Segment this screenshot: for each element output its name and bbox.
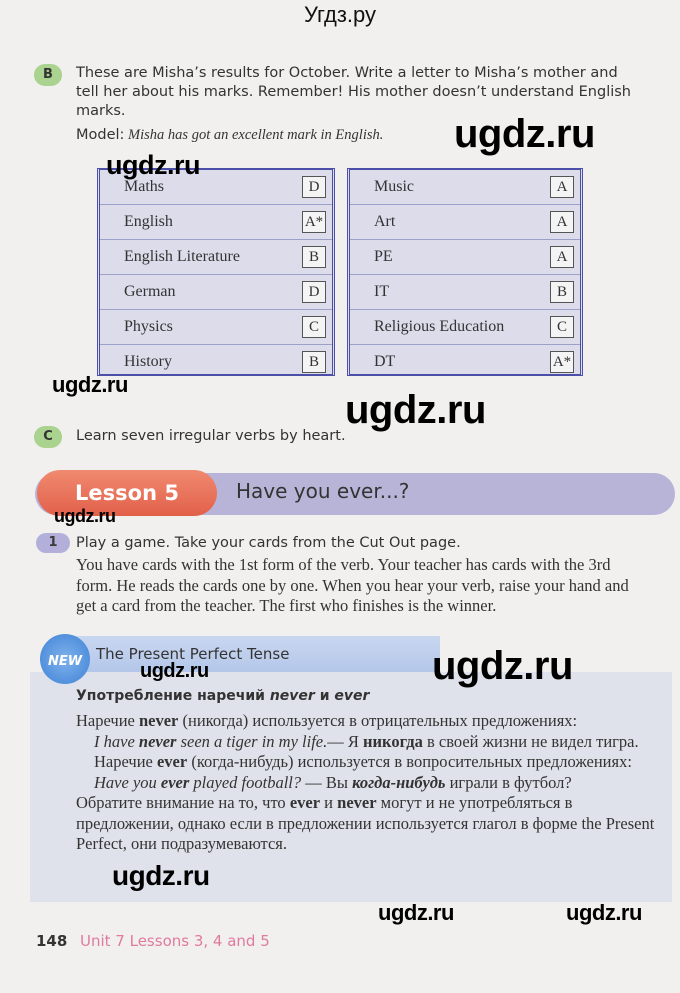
text-fragment: и: [320, 793, 338, 812]
subject-name: DT: [374, 353, 396, 370]
example-never: I have never seen a tiger in my life.— Я…: [76, 732, 656, 753]
text-fragment: I have: [94, 731, 139, 751]
mark-box: D: [302, 176, 326, 198]
subtitle-part: и: [314, 688, 335, 704]
text-fragment: — Вы: [301, 772, 353, 792]
subject-name: Music: [374, 178, 414, 195]
unit-label: Unit 7 Lessons 3, 4 and 5: [80, 932, 270, 950]
subject-name: English Literature: [124, 248, 240, 265]
mark-box: C: [550, 316, 574, 338]
subject-name: Religious Education: [374, 318, 505, 335]
text-fragment: played football?: [189, 772, 302, 792]
mark-box: A*: [550, 351, 574, 373]
mark-box: A: [550, 246, 574, 268]
results-row: English Literature B: [100, 240, 332, 275]
text-fragment: never: [138, 711, 179, 730]
results-table-left: Maths D English A* English Literature B German…: [97, 168, 335, 376]
watermark: ugdz.ru: [432, 644, 573, 688]
mark-box: B: [302, 351, 326, 373]
exercise-instruction: Play a game. Take your cards from the Cu…: [76, 535, 461, 551]
text-fragment: Наречие: [76, 711, 139, 730]
mark-box: D: [302, 281, 326, 303]
results-row: German D: [100, 275, 332, 310]
lesson-title: Have you ever...?: [236, 479, 410, 503]
text-fragment: (никогда) используется в отрицательных п…: [178, 711, 578, 730]
text-fragment: — Я: [327, 731, 364, 751]
watermark: ugdz.ru: [378, 900, 454, 925]
mark-box: C: [302, 316, 326, 338]
rule-ever: Наречие ever (когда-нибудь) используется…: [76, 752, 656, 773]
subtitle-part: ever: [334, 688, 370, 704]
watermark: ugdz.ru: [454, 112, 595, 156]
results-row: PE A: [350, 240, 580, 275]
note: Обратите внимание на то, что ever и neve…: [76, 793, 656, 855]
results-row: Music A: [350, 170, 580, 205]
text-fragment: seen a tiger in my life.: [176, 731, 328, 751]
text-fragment: когда-нибудь: [352, 772, 446, 792]
subject-name: Physics: [124, 318, 173, 335]
watermark: ugdz.ru: [54, 506, 116, 526]
mark-box: A: [550, 176, 574, 198]
mark-box: B: [302, 246, 326, 268]
model-label: Model:: [76, 127, 125, 143]
subject-name: History: [124, 353, 172, 370]
site-title: Угдз.ру: [303, 2, 377, 27]
example-ever: Have you ever played football? — Вы когд…: [76, 773, 656, 794]
text-fragment: в своей жизни не видел тигра.: [422, 731, 639, 751]
subject-name: English: [124, 213, 173, 230]
text-fragment: (когда-нибудь) используется в вопросител…: [187, 752, 632, 771]
task-b-badge: B: [34, 64, 62, 86]
model-text: Misha has got an excellent mark in Engli…: [124, 127, 384, 143]
text-fragment: Наречие: [94, 752, 157, 771]
exercise-text: You have cards with the 1st form of the …: [76, 555, 629, 615]
text-fragment: never: [337, 793, 377, 812]
mark-box: B: [550, 281, 574, 303]
text-fragment: ever: [160, 772, 190, 792]
mark-box: A*: [302, 211, 326, 233]
grammar-subtitle: Употребление наречий never и ever: [76, 688, 369, 704]
results-row: History B: [100, 345, 332, 379]
page-number: 148: [36, 932, 68, 950]
results-row: IT B: [350, 275, 580, 310]
text-fragment: never: [138, 731, 177, 751]
results-row: DT A*: [350, 345, 580, 379]
text-fragment: Обратите внимание на то, что: [76, 793, 290, 812]
subtitle-part: Употребление наречий: [76, 688, 270, 704]
watermark: ugdz.ru: [345, 388, 486, 432]
watermark: ugdz.ru: [566, 900, 642, 925]
task-c-text: Learn seven irregular verbs by heart.: [76, 428, 346, 444]
task-c-badge: C: [34, 426, 62, 448]
exercise-number: 1: [36, 533, 70, 553]
rule-never: Наречие never (никогда) используется в о…: [76, 711, 656, 732]
text-fragment: Have you: [94, 772, 161, 792]
watermark: ugdz.ru: [106, 150, 200, 180]
model-line: Model: Misha has got an excellent mark i…: [76, 126, 383, 145]
subject-name: IT: [374, 283, 390, 300]
grammar-new-logo: NEW: [40, 634, 90, 684]
grammar-body: Наречие never (никогда) используется в о…: [76, 711, 656, 855]
subject-name: PE: [374, 248, 393, 265]
results-row: Physics C: [100, 310, 332, 345]
results-table-right: Music A Art A PE A IT B Religious Education C DT A*: [347, 168, 583, 376]
subject-name: Art: [374, 213, 396, 230]
text-fragment: ever: [289, 793, 321, 812]
watermark: ugdz.ru: [52, 372, 128, 397]
results-row: Art A: [350, 205, 580, 240]
watermark: ugdz.ru: [112, 860, 210, 891]
results-row: Religious Education C: [350, 310, 580, 345]
subject-name: German: [124, 283, 176, 300]
mark-box: A: [550, 211, 574, 233]
text-fragment: ever: [156, 752, 188, 771]
subtitle-part: never: [269, 688, 315, 704]
text-fragment: играли в футбол?: [445, 772, 572, 792]
text-fragment: никогда: [363, 731, 423, 751]
results-row: English A*: [100, 205, 332, 240]
watermark: ugdz.ru: [140, 660, 209, 682]
